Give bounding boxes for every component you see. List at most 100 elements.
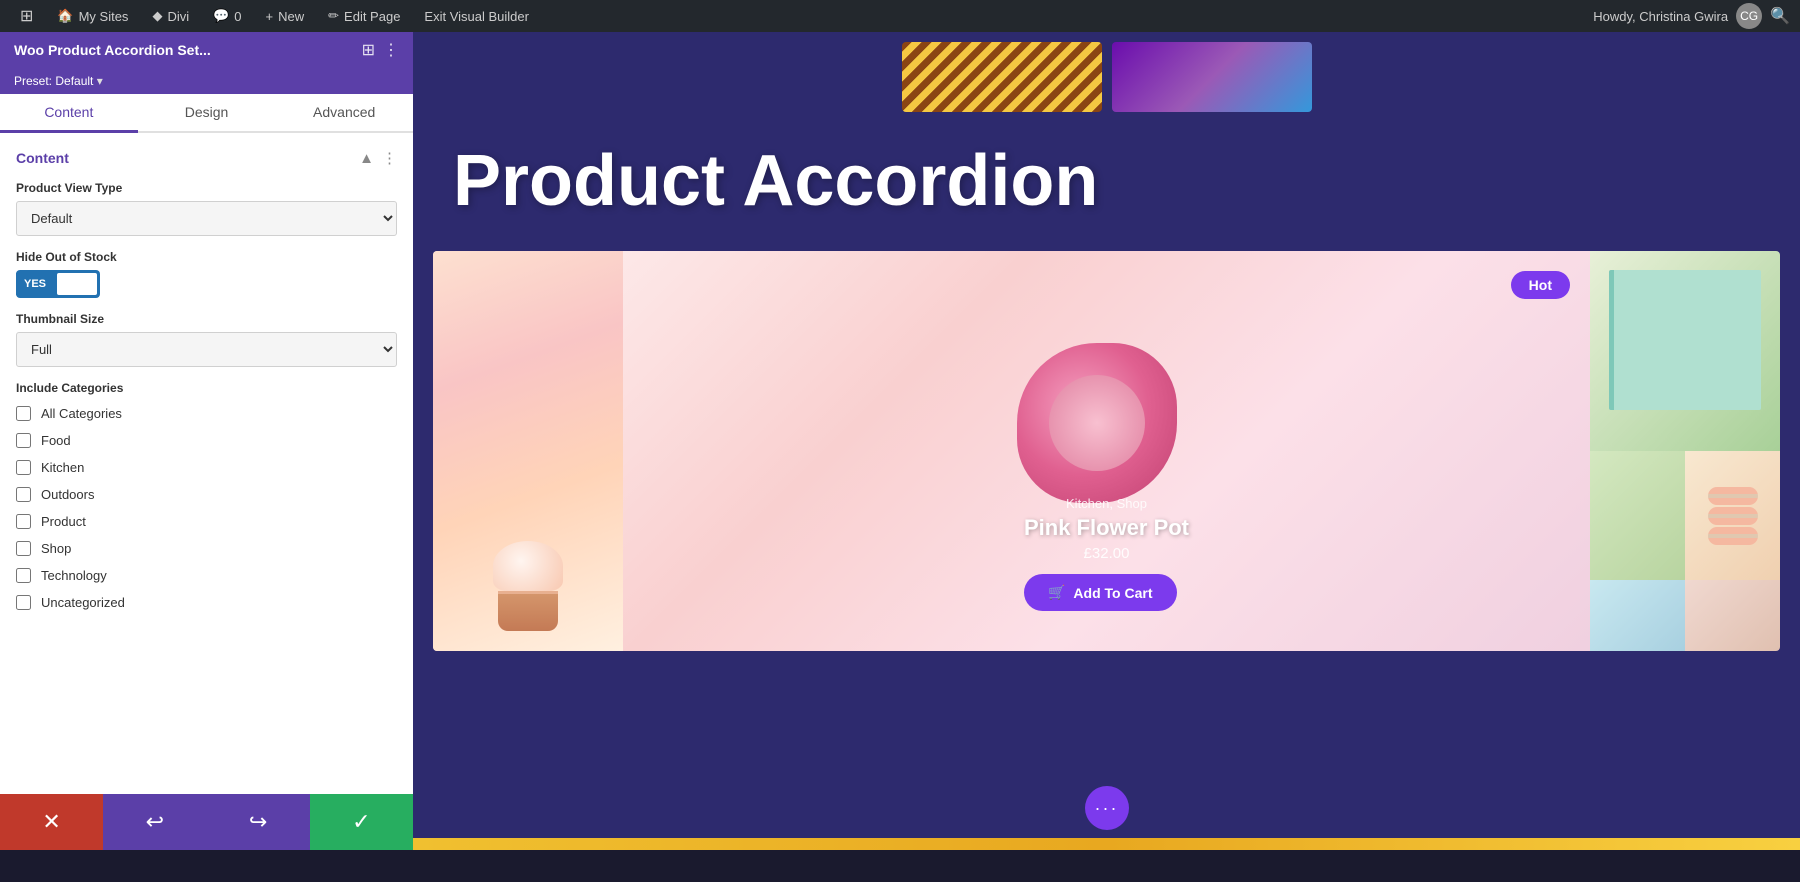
preview-area: Product Accordion Ho [413,32,1800,850]
wp-icon: ⊞ [20,6,33,26]
panel-title: Woo Product Accordion Set... [14,42,362,58]
save-button[interactable]: ✓ [310,794,413,850]
product-category: Kitchen, Shop [1024,496,1189,511]
hide-out-of-stock-toggle[interactable]: YES [16,270,397,298]
tab-content[interactable]: Content [0,94,138,133]
divi-item[interactable]: ◆ Divi [142,0,199,32]
thumbnail-size-select[interactable]: Full Medium Small Thumbnail [16,332,397,367]
edit-page-item[interactable]: ✏ Edit Page [318,0,410,32]
top-image-right [1112,42,1312,112]
accordion-panel-right[interactable] [1590,251,1780,651]
divi-icon: ◆ [152,8,162,24]
undo-button[interactable]: ↩ [103,794,206,850]
thumbnail-size-label: Thumbnail Size [16,312,397,326]
panel-header-icons: ⊞ ⋮ [362,40,399,60]
cart-icon: 🛒 [1048,584,1065,601]
cupcake [493,541,563,631]
bar-right: Howdy, Christina Gwira CG 🔍 [1593,3,1790,29]
wp-logo-item[interactable]: ⊞ [10,0,43,32]
checkbox-shop[interactable] [16,541,31,556]
toggle-slider [57,273,97,295]
exit-builder-item[interactable]: Exit Visual Builder [414,0,539,32]
checkbox-technology[interactable] [16,568,31,583]
category-product[interactable]: Product [16,509,397,534]
comments-count: 0 [234,9,241,24]
grid-cell-1 [1590,451,1685,580]
layout-icon[interactable]: ⊞ [362,40,375,60]
fabric-pattern [902,42,1102,112]
checkbox-product[interactable] [16,514,31,529]
more-options-icon[interactable]: ⋮ [383,40,399,60]
product-view-type-label: Product View Type [16,181,397,195]
bottom-toolbar: ✕ ↩ ↪ ✓ [0,794,413,850]
checkbox-uncategorized[interactable] [16,595,31,610]
checkbox-food[interactable] [16,433,31,448]
category-technology[interactable]: Technology [16,563,397,588]
add-to-cart-button[interactable]: 🛒 Add To Cart [1024,574,1177,611]
category-food[interactable]: Food [16,428,397,453]
macaron-3 [1708,527,1758,545]
category-outdoors[interactable]: Outdoors [16,482,397,507]
category-uncategorized[interactable]: Uncategorized [16,590,397,615]
accordion-title-section: Product Accordion [413,122,1800,251]
category-kitchen[interactable]: Kitchen [16,455,397,480]
panel-left-img [433,251,623,651]
top-image-left [902,42,1102,112]
cupcake-bottom [498,591,558,631]
dots-button[interactable]: ··· [1085,786,1129,830]
tab-design[interactable]: Design [138,94,276,133]
new-label: New [278,9,304,24]
comments-item[interactable]: 💬 0 [203,0,251,32]
my-sites-item[interactable]: 🏠 My Sites [47,0,138,32]
home-icon: 🏠 [57,8,73,24]
section-header: Content ▲ ⋮ [16,149,397,167]
checkbox-outdoors[interactable] [16,487,31,502]
bottom-strip [413,838,1800,850]
product-info: Kitchen, Shop Pink Flower Pot £32.00 🛒 A… [1024,496,1189,611]
grid-cell-2 [1685,451,1780,580]
hide-out-of-stock-label: Hide Out of Stock [16,250,397,264]
toggle-button[interactable]: YES [16,270,100,298]
macaron-1 [1708,487,1758,505]
plus-icon: + [266,9,274,24]
checkbox-kitchen[interactable] [16,460,31,475]
grid-cell-4 [1685,580,1780,651]
section-more-icon[interactable]: ⋮ [382,149,397,167]
collapse-icon[interactable]: ▲ [359,150,374,167]
redo-button[interactable]: ↪ [207,794,310,850]
accordion-panel-left[interactable] [433,251,623,651]
search-icon[interactable]: 🔍 [1770,6,1790,26]
my-sites-label: My Sites [79,9,129,24]
top-images-strip [413,32,1800,122]
rose-circle [1017,343,1177,503]
panel-right-top [1590,251,1780,451]
toggle-yes-label: YES [16,273,54,295]
howdy-label: Howdy, Christina Gwira [1593,9,1728,24]
panel-preset[interactable]: Preset: Default ▾ [0,68,413,94]
categories-list: All Categories Food Kitchen Outdoors Pro… [16,401,397,615]
product-price: £32.00 [1024,545,1189,562]
accordion-panel-center[interactable]: Hot Kitchen, Shop Pink Flower Pot £32.00 [623,251,1590,651]
grid-cell-3 [1590,580,1685,651]
edit-page-label: Edit Page [344,9,400,24]
product-name: Pink Flower Pot [1024,515,1189,541]
macaron-2 [1708,507,1758,525]
tab-advanced[interactable]: Advanced [275,94,413,133]
panel-content: Content ▲ ⋮ Product View Type Default Li… [0,133,413,794]
new-item[interactable]: + New [256,0,315,32]
dots-icon: ··· [1095,798,1119,819]
panel-header: Woo Product Accordion Set... ⊞ ⋮ [0,32,413,68]
purple-pattern [1112,42,1312,112]
product-accordion[interactable]: Hot Kitchen, Shop Pink Flower Pot £32.00 [433,251,1780,651]
cancel-button[interactable]: ✕ [0,794,103,850]
product-view-type-select[interactable]: Default List Grid [16,201,397,236]
preset-label: Preset: Default [14,74,93,88]
checkbox-all[interactable] [16,406,31,421]
category-shop[interactable]: Shop [16,536,397,561]
section-title: Content [16,150,69,166]
category-all[interactable]: All Categories [16,401,397,426]
avatar: CG [1736,3,1762,29]
section-icons: ▲ ⋮ [359,149,397,167]
divi-label: Divi [167,9,189,24]
add-to-cart-label: Add To Cart [1073,585,1152,601]
